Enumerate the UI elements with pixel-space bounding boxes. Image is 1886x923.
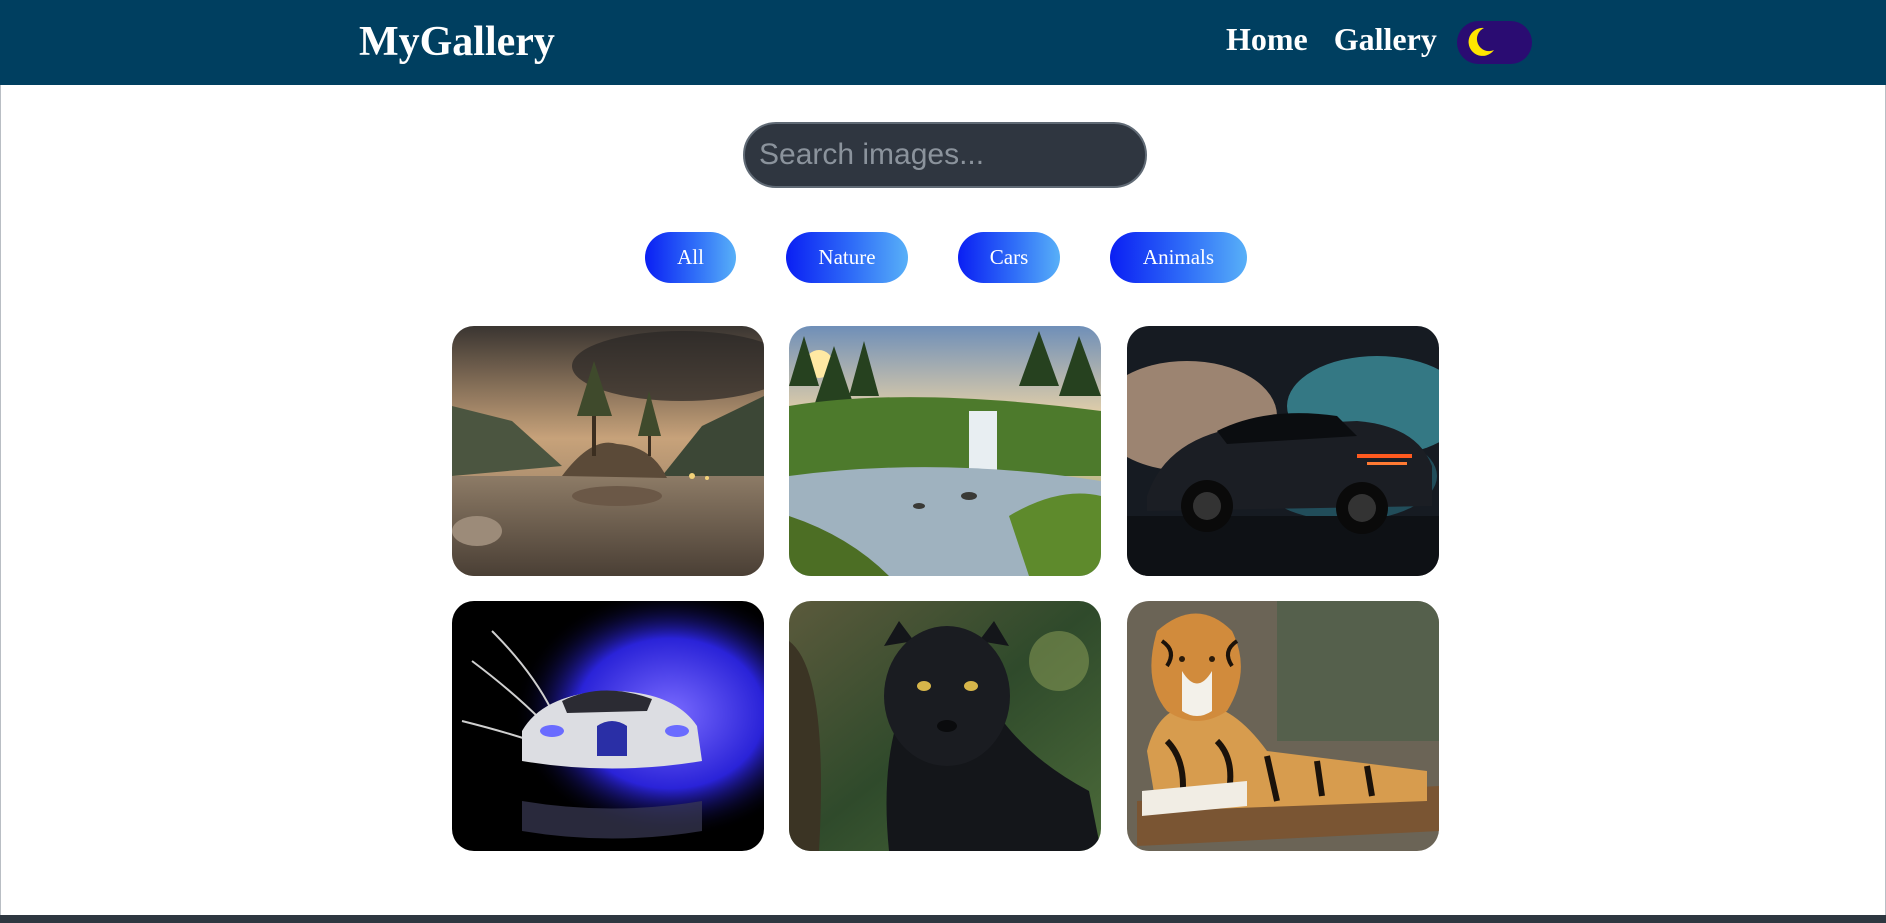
smoke-car-image bbox=[1127, 326, 1439, 576]
nav-gallery-link[interactable]: Gallery bbox=[1334, 20, 1437, 58]
moon-icon bbox=[1468, 27, 1494, 56]
white-car-image bbox=[452, 601, 764, 851]
search-input[interactable] bbox=[743, 122, 1147, 188]
main-nav: Home Gallery bbox=[1226, 20, 1437, 58]
tiger-image bbox=[1127, 601, 1439, 851]
gallery-image-white-car[interactable] bbox=[452, 601, 764, 851]
gallery-image-panther[interactable] bbox=[789, 601, 1101, 851]
filter-cars-button[interactable]: Cars bbox=[958, 232, 1060, 283]
page-bottom-bar bbox=[0, 915, 1886, 923]
gallery-image-smoke-car[interactable] bbox=[1127, 326, 1439, 576]
gallery-image-waterfall[interactable] bbox=[789, 326, 1101, 576]
waterfall-image bbox=[789, 326, 1101, 576]
brand-logo[interactable]: MyGallery bbox=[359, 18, 555, 66]
filter-animals-button[interactable]: Animals bbox=[1110, 232, 1247, 283]
filter-nature-button[interactable]: Nature bbox=[786, 232, 908, 283]
lake-island-image bbox=[452, 326, 764, 576]
panther-image bbox=[789, 601, 1101, 851]
theme-toggle[interactable] bbox=[1457, 21, 1532, 64]
page-border-left bbox=[0, 85, 1, 915]
filter-all-button[interactable]: All bbox=[645, 232, 736, 283]
top-navbar: MyGallery Home Gallery bbox=[0, 0, 1886, 85]
nav-home-link[interactable]: Home bbox=[1226, 20, 1308, 58]
gallery-image-tiger[interactable] bbox=[1127, 601, 1439, 851]
gallery-image-lake-island[interactable] bbox=[452, 326, 764, 576]
